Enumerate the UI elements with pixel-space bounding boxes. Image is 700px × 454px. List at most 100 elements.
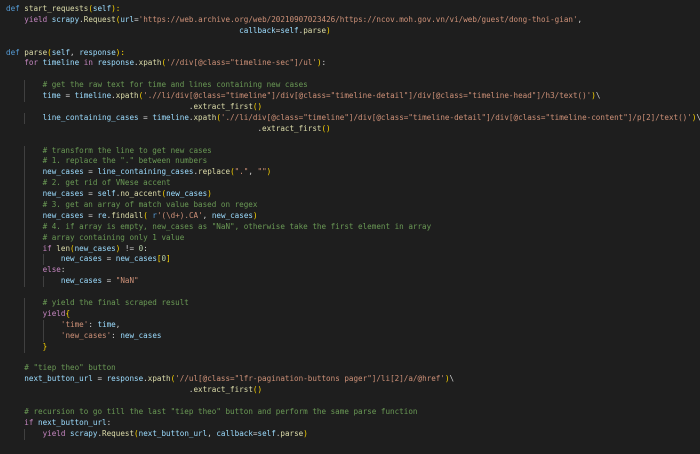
code-token: self [51,47,71,57]
code-line: # 3. get an array of match value based o… [0,200,700,211]
code-token: if [42,243,57,253]
code-token: ] [166,254,171,264]
code-line: for timeline in response.xpath('//div[@c… [0,58,700,69]
code-token: : [60,265,66,275]
code-token: new_cases [115,254,157,264]
indent-guide [24,221,26,233]
code-token: line_containing_cases [42,112,139,122]
code-token: extract_first [193,385,253,395]
code-line: next_button_url = response.xpath('//ul[@… [0,374,700,385]
code-token: ) [326,25,331,35]
code-line: if len(new_cases) != 0: [0,243,700,255]
indentation [6,331,61,340]
code-token: self [280,25,299,35]
indent-guide [24,265,26,277]
indentation [6,363,24,372]
code-line: 'new_cases': new_cases [0,330,700,342]
code-token: parse [24,47,48,57]
code-token: ) [266,167,272,177]
code-token: = [102,276,116,286]
code-token: ) [303,428,308,438]
code-line: # transform the line to get new cases [0,145,700,157]
code-token: 'new_cases' [60,330,112,340]
indentation [6,254,61,263]
code-token: new_cases [42,210,84,220]
code-token: in [79,58,98,68]
code-token: # get the raw text for time and lines co… [42,80,308,90]
code-token: # 4. if array is empty, new_cases as "Na… [42,221,432,231]
indentation [6,276,61,285]
code-token: re [97,210,107,220]
indent-guide [24,341,26,353]
indent-guide [24,80,26,92]
code-line: callback=self.parse) [0,26,700,37]
indent-guide [24,243,26,255]
code-token: timeline [152,112,189,122]
code-token: new_cases [120,330,162,340]
code-token: = [83,167,98,177]
code-token: \ [449,374,455,384]
code-token: # "tiep theo" button [24,363,116,373]
indent-guide [42,330,44,342]
indentation [6,374,24,383]
code-token: './/li/div[@class="timeline"]/div[@class… [143,91,592,101]
code-token: next_button_url [38,417,107,427]
indent-guide [42,276,44,288]
indent-guide [24,210,26,222]
code-token: no_accent [120,189,162,199]
indent-guide [24,298,26,309]
indent-guide [24,200,26,211]
code-token: self [92,4,112,13]
code-token: , [577,14,583,24]
code-token: = [60,91,75,101]
code-token: self [257,428,276,438]
indent-guide [24,319,26,331]
code-token: timeline [74,91,112,101]
code-token: # array containing only 1 value [42,232,185,242]
indent-guide [24,308,26,320]
code-token: new_cases [60,254,103,264]
code-token: callback [239,25,276,35]
code-line: new_cases = self.no_accent(new_cases) [0,189,700,201]
code-line: # 2. get rid of VNese accent [0,178,700,190]
code-token: parse [303,25,327,35]
code-token: extract_first [193,102,253,112]
indent-guide [24,91,26,103]
code-token: url [120,14,135,24]
indentation [6,418,24,427]
code-token: 'https://web.archive.org/web/20210907023… [138,14,578,24]
indent-guide [24,254,26,266]
code-token: . [6,102,194,112]
code-token: '//ul[@class="lfr-pagination-buttons pag… [175,374,445,384]
code-token: # 3. get an array of match value based o… [42,200,258,210]
code-line: yield{ [0,308,700,320]
code-line: def parse(self, response): [0,48,700,59]
code-token: } [42,341,48,351]
code-token: # 2. get rid of VNese accent [42,178,171,188]
code-line: .extract_first() [0,385,700,396]
code-token: new_cases [74,243,116,253]
code-text-area[interactable]: def start_requests(self): yield scrapy.R… [0,0,700,454]
code-token: : [106,417,112,427]
code-token: () [252,385,263,395]
indentation [6,320,61,329]
code-line: } [0,341,700,353]
code-token: "" [257,167,267,177]
code-editor[interactable]: def start_requests(self): yield scrapy.R… [0,0,700,454]
indent-guide [24,330,26,342]
code-token: , [70,47,80,57]
code-token: , [115,319,121,329]
code-token: def [6,47,25,57]
code-token: 'time' [60,319,89,329]
code-token: xpath [147,374,171,384]
code-token: = [83,210,98,220]
indent-guide [24,145,26,157]
indent-guide [24,167,26,179]
code-token: () [252,102,263,112]
code-token: new_cases [42,167,84,177]
code-line: time = timeline.xpath('.//li/div[@class=… [0,91,700,103]
indent-guide [24,232,26,244]
